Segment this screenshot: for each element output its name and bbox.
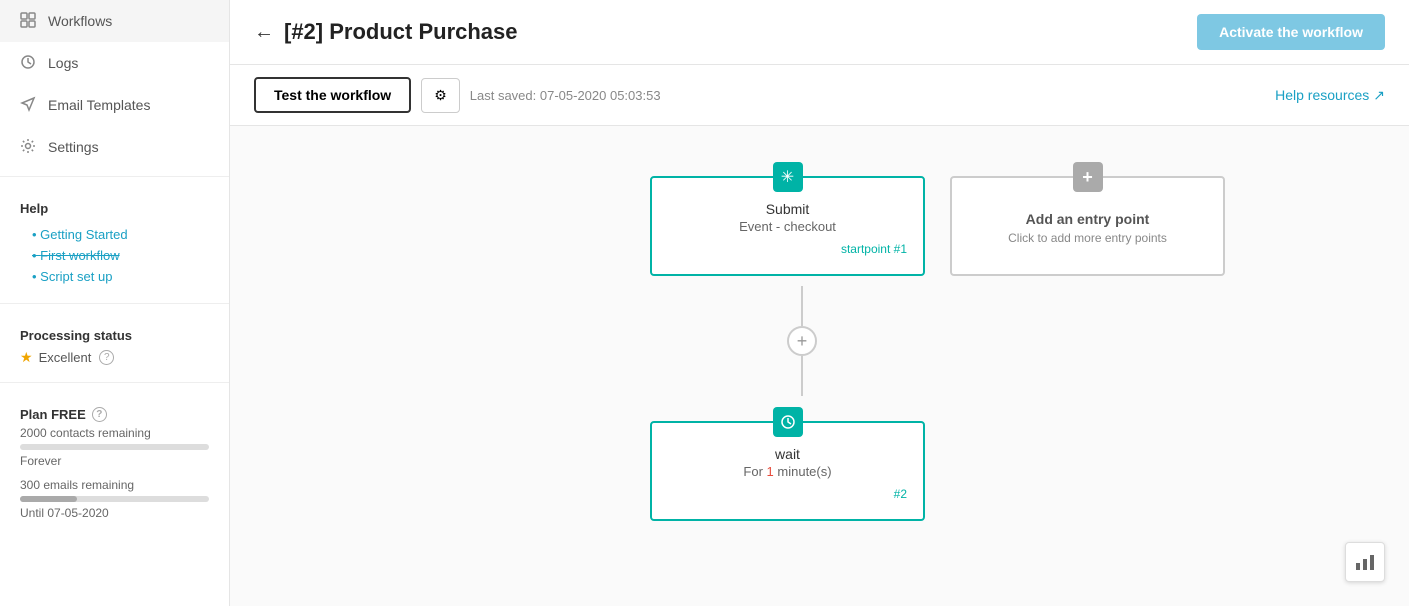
first-workflow-link[interactable]: First workflow [20, 245, 209, 266]
node-add-entry-icon: + [1073, 162, 1103, 192]
help-resources-label: Help resources [1275, 87, 1369, 103]
emails-note: Until 07-05-2020 [20, 506, 209, 520]
contacts-note: Forever [20, 454, 209, 468]
test-workflow-button[interactable]: Test the workflow [254, 77, 411, 113]
sidebar: Workflows Logs Email Templates Settings [0, 0, 230, 606]
emails-progress-bar [20, 496, 209, 502]
sidebar-item-email-templates[interactable]: Email Templates [0, 84, 229, 126]
external-link-icon: ↗ [1373, 87, 1385, 104]
node-submit-label: startpoint #1 [668, 242, 907, 256]
processing-status: Excellent [39, 350, 92, 365]
sidebar-item-label: Email Templates [48, 97, 150, 113]
processing-info-icon[interactable]: ? [99, 350, 114, 365]
canvas-inner: ✳ Submit Event - checkout startpoint #1 … [230, 126, 1409, 606]
settings-gear-button[interactable]: ⚙ [421, 78, 460, 113]
node-wait-subtitle: For 1 minute(s) [743, 464, 831, 479]
help-resources-link[interactable]: Help resources ↗ [1275, 87, 1385, 104]
back-button[interactable]: ← [254, 21, 274, 44]
node-add-entry-container: + Add an entry point Click to add more e… [950, 176, 1225, 276]
node-wait-container: wait For 1 minute(s) #2 [650, 421, 925, 521]
plan-title: Plan FREE [20, 407, 86, 422]
clock-icon [20, 54, 38, 72]
activate-workflow-button[interactable]: Activate the workflow [1197, 14, 1385, 50]
sidebar-item-label: Settings [48, 139, 99, 155]
sidebar-item-label: Logs [48, 55, 78, 71]
emails-progress-fill [20, 496, 77, 502]
node-add-entry-subtitle: Click to add more entry points [1008, 231, 1167, 245]
page-header: ← [#2] Product Purchase Activate the wor… [230, 0, 1409, 65]
node-submit-title: Submit [766, 201, 810, 217]
contacts-progress-bar [20, 444, 209, 450]
send-icon [20, 96, 38, 114]
asterisk-icon: ✳ [781, 167, 794, 187]
page-title: [#2] Product Purchase [284, 19, 518, 45]
sidebar-item-workflows[interactable]: Workflows [0, 0, 229, 42]
help-section: Help Getting Started First workflow Scri… [0, 185, 229, 295]
grid-icon [20, 12, 38, 30]
node-wait-label: #2 [668, 487, 907, 501]
node-add-entry-title: Add an entry point [1026, 211, 1150, 227]
script-setup-link[interactable]: Script set up [20, 266, 209, 287]
sidebar-item-logs[interactable]: Logs [0, 42, 229, 84]
node-wait-icon [773, 407, 803, 437]
sidebar-item-label: Workflows [48, 13, 112, 29]
node-submit-icon: ✳ [773, 162, 803, 192]
plan-info-icon[interactable]: ? [92, 407, 107, 422]
node-wait-title: wait [775, 446, 800, 462]
sidebar-item-settings[interactable]: Settings [0, 126, 229, 168]
last-saved-label: Last saved: 07-05-2020 05:03:53 [470, 88, 1265, 103]
star-icon: ★ [20, 349, 33, 366]
node-submit[interactable]: ✳ Submit Event - checkout startpoint #1 [650, 176, 925, 276]
connector-line-2 [801, 356, 803, 396]
workflow-canvas[interactable]: ✳ Submit Event - checkout startpoint #1 … [230, 126, 1409, 606]
node-submit-subtitle: Event - checkout [739, 219, 836, 234]
wait-duration: 1 [767, 464, 774, 479]
plan-section: Plan FREE ? 2000 contacts remaining Fore… [0, 391, 229, 538]
getting-started-link[interactable]: Getting Started [20, 224, 209, 245]
node-submit-container: ✳ Submit Event - checkout startpoint #1 [650, 176, 925, 276]
help-title: Help [20, 201, 209, 216]
contacts-remaining: 2000 contacts remaining [20, 426, 209, 440]
gear-icon [20, 138, 38, 156]
node-wait[interactable]: wait For 1 minute(s) #2 [650, 421, 925, 521]
processing-title: Processing status [20, 328, 209, 343]
chart-button[interactable] [1345, 542, 1385, 582]
toolbar: Test the workflow ⚙ Last saved: 07-05-20… [230, 65, 1409, 126]
header-title-group: ← [#2] Product Purchase [254, 19, 518, 45]
connector-line-1 [801, 286, 803, 326]
processing-section: Processing status ★ Excellent ? [0, 312, 229, 374]
add-step-circle[interactable]: + [787, 326, 817, 356]
main-content: ← [#2] Product Purchase Activate the wor… [230, 0, 1409, 606]
emails-remaining: 300 emails remaining [20, 478, 209, 492]
node-add-entry[interactable]: + Add an entry point Click to add more e… [950, 176, 1225, 276]
